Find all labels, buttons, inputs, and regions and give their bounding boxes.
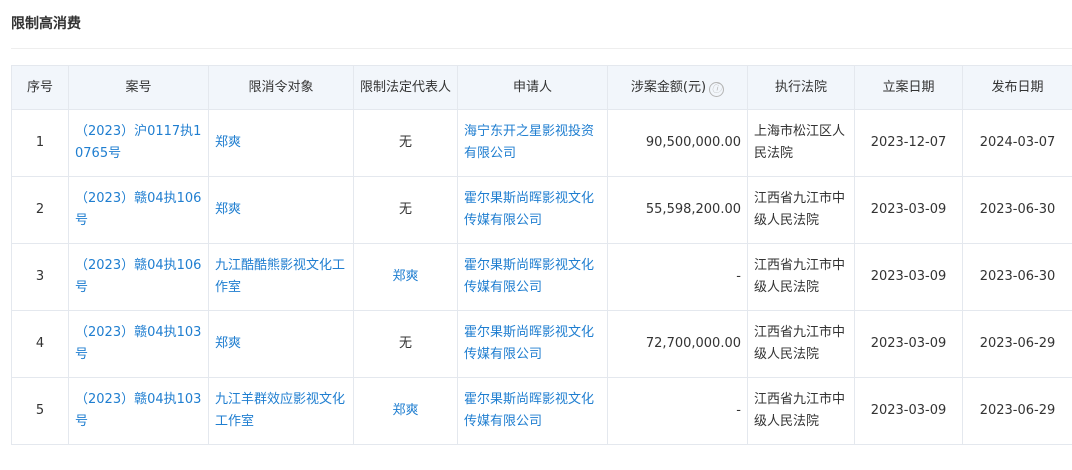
publish-date-cell-text: 2024-03-07 xyxy=(962,109,1072,177)
row-num-text: 5 xyxy=(11,377,69,445)
target-link[interactable]: 九江酷酷熊影视文化工作室 xyxy=(208,243,354,311)
publish-date-cell-text: 2023-06-29 xyxy=(962,310,1072,378)
case-number-link-text[interactable]: （2023）赣04执106号 xyxy=(75,191,201,228)
header-legal-rep: 限制法定代表人 xyxy=(353,65,458,110)
amount-cell-text: - xyxy=(607,243,748,311)
table-row: 3 （2023）赣04执106号 九江酷酷熊影视文化工作室 郑爽 霍尔果斯尚晖影… xyxy=(11,243,1072,311)
applicant-link-text[interactable]: 霍尔果斯尚晖影视文化传媒有限公司 xyxy=(464,191,594,228)
legal-rep-link[interactable]: 郑爽 xyxy=(353,377,458,445)
title-divider xyxy=(11,48,1072,49)
amount-cell-text: - xyxy=(607,377,748,445)
header-amount-label: 涉案金额(元) xyxy=(630,79,707,95)
publish-date-cell-text: 2023-06-30 xyxy=(962,243,1072,311)
table-header-row: 序号 案号 限消令对象 限制法定代表人 申请人 涉案金额(元) ⓘ 执行法院 立案… xyxy=(11,65,1072,110)
court-cell-text: 江西省九江市中级人民法院 xyxy=(747,310,855,378)
filing-date-cell-text: 2023-03-09 xyxy=(854,310,963,378)
publish-date-cell-text: 2023-06-30 xyxy=(962,176,1072,244)
court-cell-text: 江西省九江市中级人民法院 xyxy=(747,377,855,445)
row-num-text: 2 xyxy=(11,176,69,244)
table-body: 1 （2023）沪0117执10765号 郑爽 无 海宁东开之星影视投资有限公司… xyxy=(11,109,1072,445)
legal-rep-cell-text: 无 xyxy=(353,310,458,378)
case-number-link-text[interactable]: （2023）赣04执103号 xyxy=(75,392,201,429)
table-row: 2 （2023）赣04执106号 郑爽 无 霍尔果斯尚晖影视文化传媒有限公司 5… xyxy=(11,176,1072,244)
case-number-link-text[interactable]: （2023）赣04执103号 xyxy=(75,325,201,362)
header-case: 案号 xyxy=(68,65,209,110)
table-row: 1 （2023）沪0117执10765号 郑爽 无 海宁东开之星影视投资有限公司… xyxy=(11,109,1072,177)
case-number-link-text[interactable]: （2023）沪0117执10765号 xyxy=(75,124,201,161)
row-num-text: 1 xyxy=(11,109,69,177)
applicant-link-text[interactable]: 霍尔果斯尚晖影视文化传媒有限公司 xyxy=(464,325,594,362)
filing-date-cell-text: 2023-03-09 xyxy=(854,377,963,445)
target-link[interactable]: 郑爽 xyxy=(208,176,354,244)
target-link-text[interactable]: 郑爽 xyxy=(215,336,241,351)
header-num: 序号 xyxy=(11,65,69,110)
case-number-link-text[interactable]: （2023）赣04执106号 xyxy=(75,258,201,295)
case-number-link[interactable]: （2023）沪0117执10765号 xyxy=(68,109,209,177)
case-number-link[interactable]: （2023）赣04执106号 xyxy=(68,176,209,244)
filing-date-cell-text: 2023-03-09 xyxy=(854,243,963,311)
legal-rep-link[interactable]: 郑爽 xyxy=(353,243,458,311)
applicant-link-text[interactable]: 霍尔果斯尚晖影视文化传媒有限公司 xyxy=(464,258,594,295)
case-number-link[interactable]: （2023）赣04执103号 xyxy=(68,310,209,378)
applicant-link[interactable]: 霍尔果斯尚晖影视文化传媒有限公司 xyxy=(457,310,608,378)
header-court: 执行法院 xyxy=(747,65,855,110)
header-applicant: 申请人 xyxy=(457,65,608,110)
target-link-text[interactable]: 九江酷酷熊影视文化工作室 xyxy=(215,258,345,295)
applicant-link[interactable]: 霍尔果斯尚晖影视文化传媒有限公司 xyxy=(457,176,608,244)
court-cell-text: 上海市松江区人民法院 xyxy=(747,109,855,177)
target-link-text[interactable]: 九江羊群效应影视文化工作室 xyxy=(215,392,345,429)
case-number-link[interactable]: （2023）赣04执103号 xyxy=(68,377,209,445)
row-num-text: 4 xyxy=(11,310,69,378)
info-icon[interactable]: ⓘ xyxy=(709,81,725,97)
applicant-link[interactable]: 霍尔果斯尚晖影视文化传媒有限公司 xyxy=(457,243,608,311)
publish-date-cell-text: 2023-06-29 xyxy=(962,377,1072,445)
applicant-link[interactable]: 海宁东开之星影视投资有限公司 xyxy=(457,109,608,177)
header-amount: 涉案金额(元) ⓘ xyxy=(607,65,748,110)
table-row: 5 （2023）赣04执103号 九江羊群效应影视文化工作室 郑爽 霍尔果斯尚晖… xyxy=(11,377,1072,445)
amount-cell-text: 90,500,000.00 xyxy=(607,109,748,177)
legal-rep-cell-text: 无 xyxy=(353,109,458,177)
header-filing-date: 立案日期 xyxy=(854,65,963,110)
filing-date-cell-text: 2023-03-09 xyxy=(854,176,963,244)
filing-date-cell-text: 2023-12-07 xyxy=(854,109,963,177)
target-link[interactable]: 郑爽 xyxy=(208,310,354,378)
target-link[interactable]: 九江羊群效应影视文化工作室 xyxy=(208,377,354,445)
amount-cell-text: 55,598,200.00 xyxy=(607,176,748,244)
table-row: 4 （2023）赣04执103号 郑爽 无 霍尔果斯尚晖影视文化传媒有限公司 7… xyxy=(11,310,1072,378)
court-cell-text: 江西省九江市中级人民法院 xyxy=(747,243,855,311)
amount-cell-text: 72,700,000.00 xyxy=(607,310,748,378)
section-title: 限制高消费 xyxy=(11,16,81,32)
case-number-link[interactable]: （2023）赣04执106号 xyxy=(68,243,209,311)
header-publish-date: 发布日期 xyxy=(962,65,1072,110)
restriction-table: 序号 案号 限消令对象 限制法定代表人 申请人 涉案金额(元) ⓘ 执行法院 立案… xyxy=(11,65,1072,445)
legal-rep-cell-text: 无 xyxy=(353,176,458,244)
applicant-link-text[interactable]: 霍尔果斯尚晖影视文化传媒有限公司 xyxy=(464,392,594,429)
applicant-link[interactable]: 霍尔果斯尚晖影视文化传媒有限公司 xyxy=(457,377,608,445)
target-link-text[interactable]: 郑爽 xyxy=(215,135,241,150)
target-link[interactable]: 郑爽 xyxy=(208,109,354,177)
court-cell-text: 江西省九江市中级人民法院 xyxy=(747,176,855,244)
applicant-link-text[interactable]: 海宁东开之星影视投资有限公司 xyxy=(464,124,594,161)
header-target: 限消令对象 xyxy=(208,65,354,110)
row-num-text: 3 xyxy=(11,243,69,311)
target-link-text[interactable]: 郑爽 xyxy=(215,202,241,217)
